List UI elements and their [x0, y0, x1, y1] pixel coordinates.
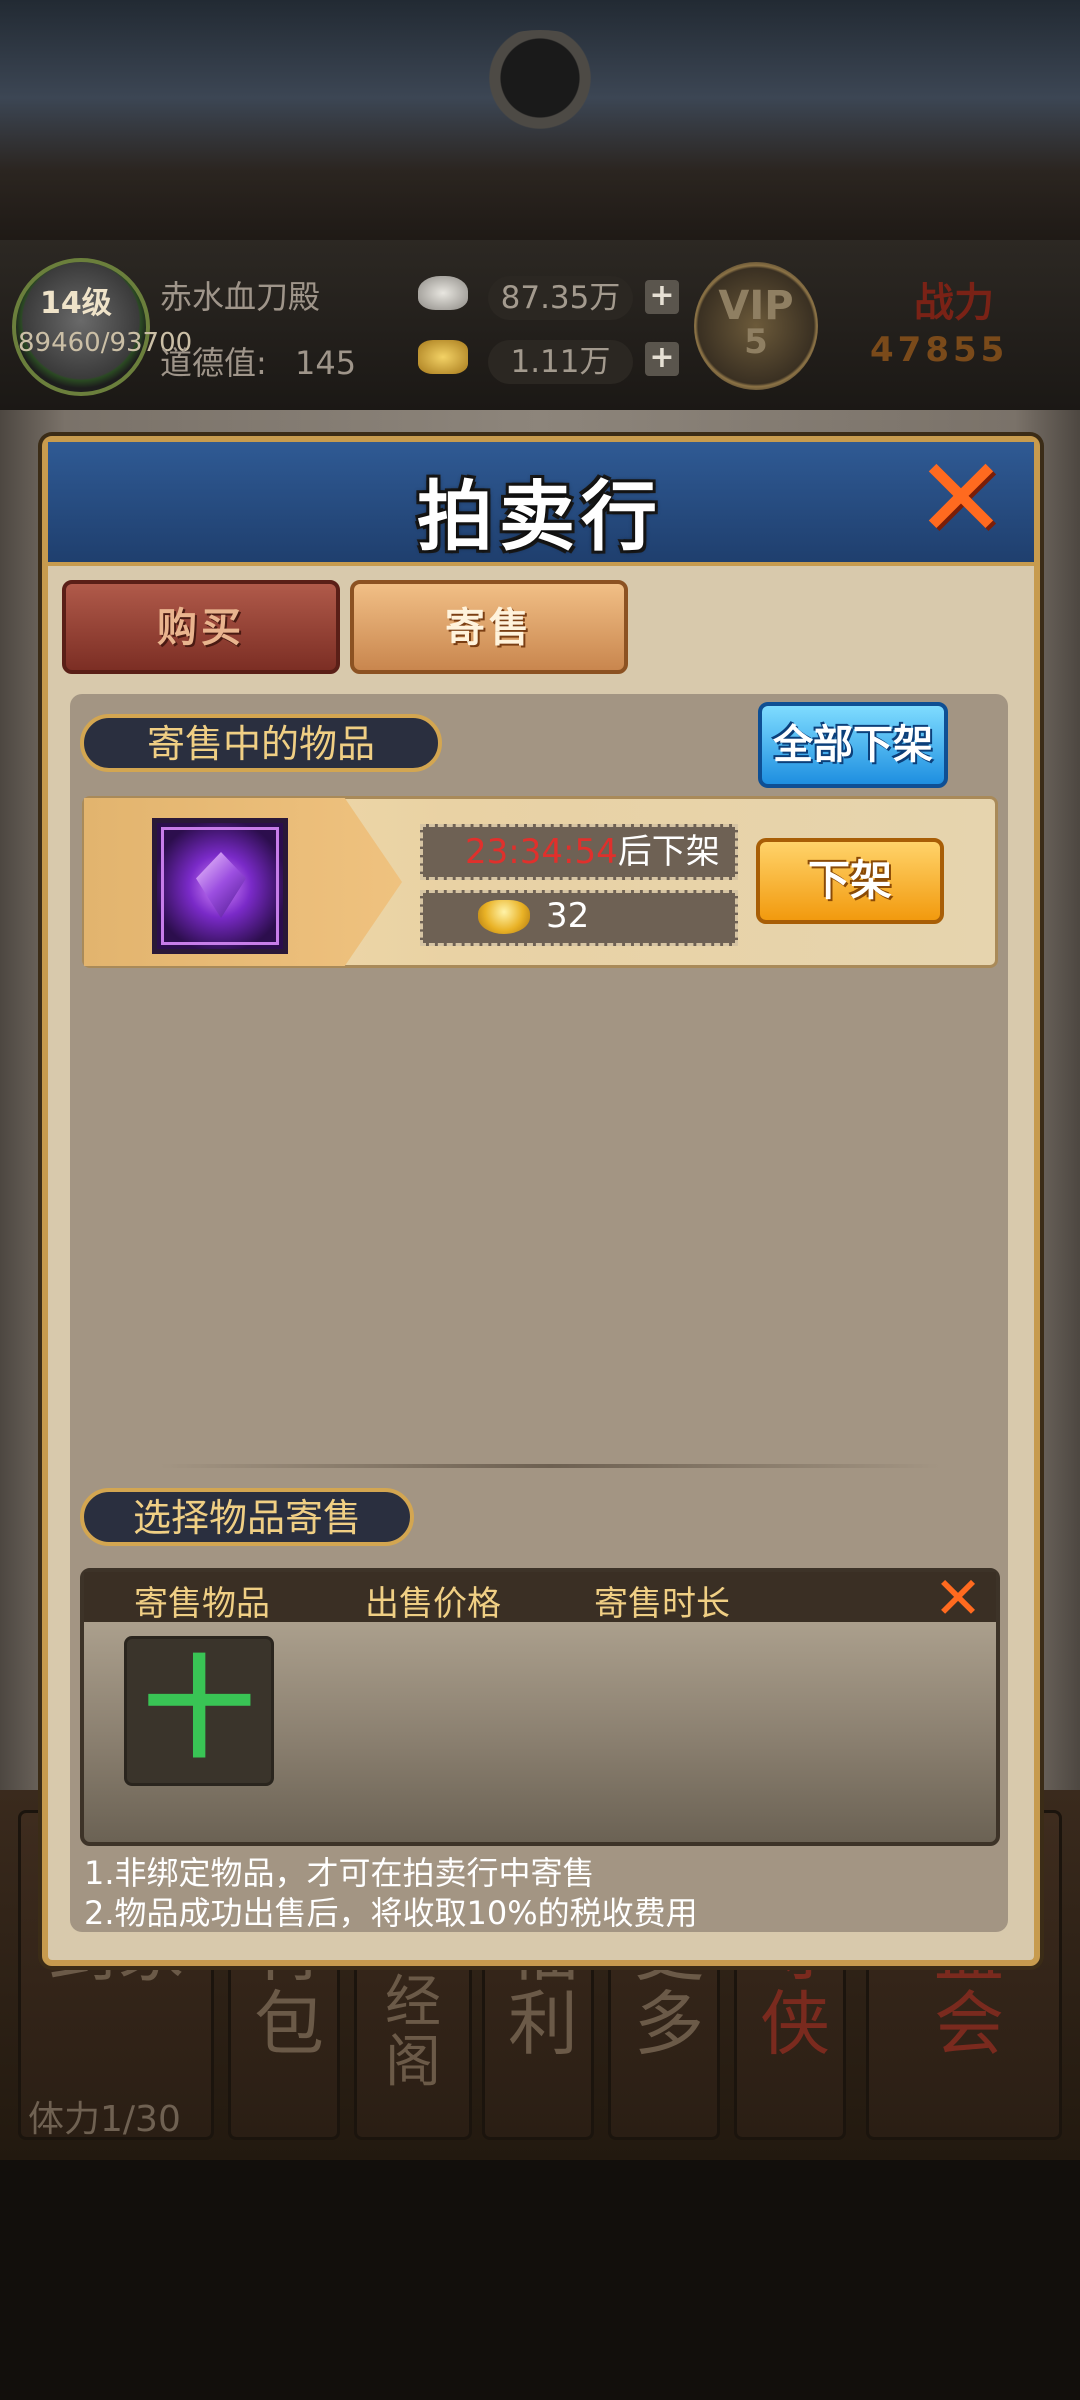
remove-all-button[interactable]: 全部下架 [758, 702, 948, 788]
gold-icon [418, 340, 468, 374]
column-item: 寄售物品 [134, 1584, 270, 1624]
gold-value: 1.11万 [488, 340, 633, 384]
power-label: 战力 [914, 280, 994, 326]
listed-items-label: 寄售中的物品 [80, 714, 442, 772]
note-line: 2.物品成功出售后，将收取10%的税收费用 [84, 1894, 698, 1932]
close-button[interactable]: ✕ [906, 443, 1016, 553]
column-duration: 寄售时长 [594, 1584, 730, 1624]
tab-consign[interactable]: 寄售 [350, 580, 628, 674]
stamina-text: 体力1/30 [28, 2099, 181, 2140]
silver-add-button[interactable]: + [645, 280, 679, 314]
morality-label: 道德值: [160, 344, 267, 382]
vip-level: 5 [744, 322, 768, 362]
vip-badge[interactable]: VIP 5 [694, 262, 818, 390]
timer-suffix: 后下架 [617, 832, 720, 872]
gold-ingot-icon [478, 900, 530, 934]
power-value: 47855 [870, 330, 1009, 370]
add-item-slot[interactable]: 十 [124, 1636, 274, 1786]
morality-row: 道德值: 145 [160, 338, 356, 384]
column-price: 出售价格 [365, 1584, 501, 1624]
select-item-label: 选择物品寄售 [80, 1488, 414, 1546]
gold-add-button[interactable]: + [645, 342, 679, 376]
player-name: 赤水血刀殿 [160, 278, 321, 316]
roof-ornament-icon [455, 30, 625, 150]
price-value: 32 [546, 896, 590, 936]
timer-value: 23:34:54 [465, 832, 618, 872]
silver-icon [418, 276, 468, 310]
dialog-title: 拍卖行 [417, 472, 663, 561]
tab-buy[interactable]: 购买 [62, 580, 340, 674]
clear-selection-icon[interactable]: ✕ [930, 1569, 986, 1627]
exp-text: 89460/93700 [18, 328, 193, 358]
scene-floor [0, 2160, 1080, 2400]
silver-value: 87.35万 [488, 276, 633, 320]
remove-button[interactable]: 下架 [756, 838, 944, 924]
morality-value: 145 [294, 344, 357, 382]
timer-box: 23:34:54后下架 [420, 824, 738, 880]
level-text: 14级 [40, 286, 112, 321]
divider [160, 1464, 940, 1468]
vip-label: VIP [718, 283, 794, 329]
